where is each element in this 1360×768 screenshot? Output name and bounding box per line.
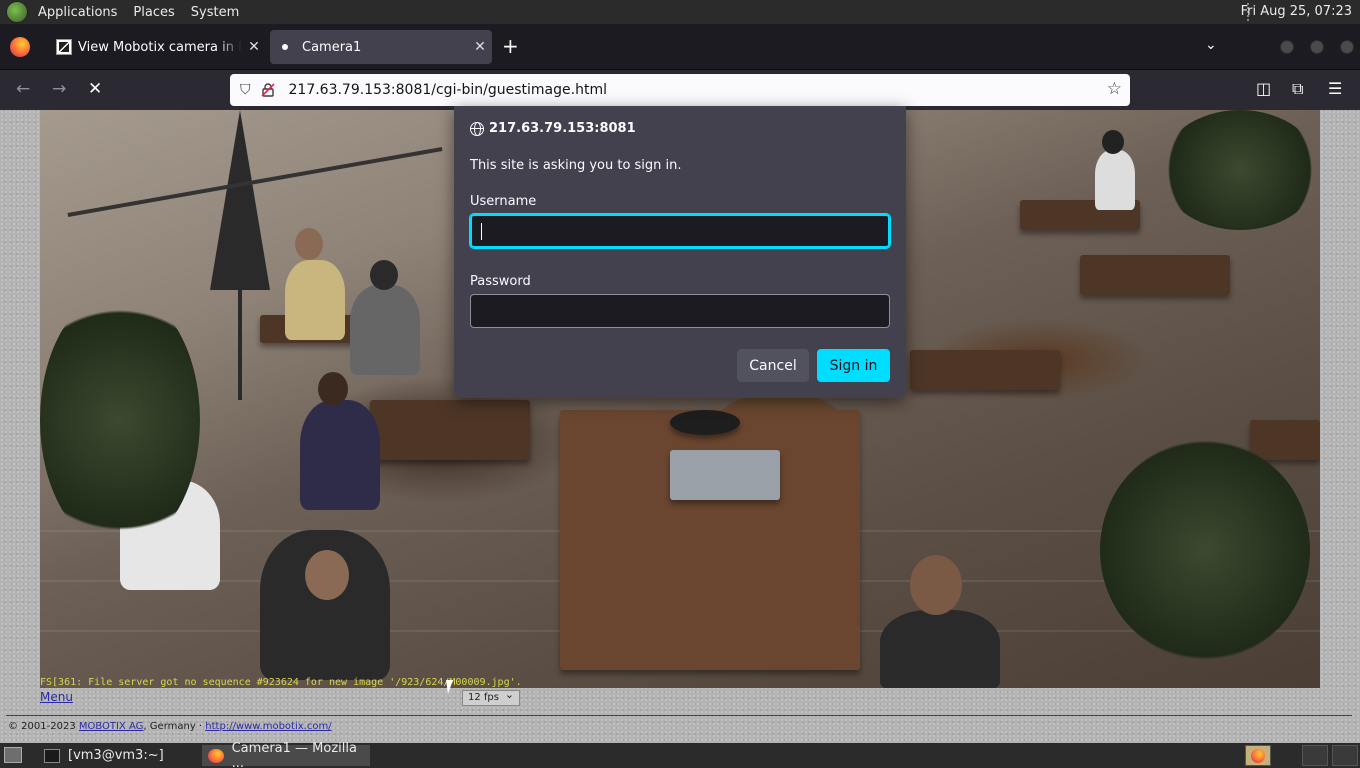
- mobotix-company-link[interactable]: MOBOTIX AG: [79, 721, 144, 732]
- username-input[interactable]: [469, 213, 891, 249]
- back-arrow-icon[interactable]: ←: [16, 79, 30, 99]
- taskbar-item-label: Camera1 — Mozilla ...: [231, 740, 357, 768]
- extensions-icon[interactable]: ⧉: [1292, 79, 1303, 99]
- workspace-2[interactable]: [1332, 745, 1358, 766]
- close-tab-icon[interactable]: ✕: [468, 39, 492, 55]
- dialog-host-text: 217.63.79.153:8081: [489, 121, 636, 136]
- pocket-icon[interactable]: ◫: [1256, 79, 1271, 98]
- sign-in-button[interactable]: Sign in: [817, 349, 890, 382]
- close-tab-icon[interactable]: ✕: [242, 39, 266, 55]
- minimize-window-icon[interactable]: [1280, 40, 1294, 54]
- tab-camera1[interactable]: Camera1 ✕: [270, 30, 492, 64]
- top-panel: Applications Places System Fri Aug 25, 0…: [0, 0, 1360, 24]
- password-input[interactable]: [470, 294, 890, 328]
- maximize-window-icon[interactable]: [1310, 40, 1324, 54]
- tab-title: Camera1: [302, 39, 362, 55]
- clock[interactable]: Fri Aug 25, 07:23: [1241, 4, 1352, 19]
- tab-mobotix-view[interactable]: View Mobotix camera in Net ✕: [44, 30, 266, 64]
- tracking-protection-icon[interactable]: ⛉: [240, 82, 251, 98]
- list-all-tabs-icon[interactable]: ⌄: [1205, 37, 1217, 53]
- mobotix-website-link[interactable]: http://www.mobotix.com/: [205, 721, 331, 732]
- dialog-message: This site is asking you to sign in.: [470, 158, 682, 173]
- firefox-icon: [208, 748, 224, 763]
- loading-dot-icon: [282, 44, 288, 50]
- http-auth-dialog: 217.63.79.153:8081 This site is asking y…: [454, 106, 906, 398]
- show-desktop-icon[interactable]: [4, 747, 22, 763]
- copyright-footer: © 2001-2023 MOBOTIX AG, Germany · http:/…: [8, 721, 332, 732]
- applications-menu[interactable]: Applications: [38, 5, 117, 20]
- workspace-1[interactable]: [1302, 745, 1328, 766]
- insecure-lock-icon[interactable]: [260, 83, 275, 97]
- stop-loading-icon[interactable]: ✕: [88, 79, 102, 99]
- dialog-host: 217.63.79.153:8081: [470, 121, 636, 136]
- distro-logo-icon[interactable]: [6, 1, 28, 23]
- url-bar[interactable]: ⛉ 217.63.79.153:8081/cgi-bin/guestimage.…: [230, 74, 1130, 106]
- system-menu[interactable]: System: [191, 5, 239, 20]
- tray-firefox-icon[interactable]: [1245, 745, 1271, 766]
- tab-title: View Mobotix camera in Net: [78, 39, 242, 55]
- username-label: Username: [470, 194, 537, 209]
- app-menu-icon[interactable]: ☰: [1328, 79, 1342, 98]
- firefox-view-icon[interactable]: [10, 37, 30, 57]
- mobotix-favicon-icon: [56, 39, 72, 55]
- cancel-button[interactable]: Cancel: [737, 349, 809, 382]
- text-caret: [481, 223, 482, 240]
- taskbar-item-label: [vm3@vm3:~]: [68, 748, 164, 763]
- bookmark-star-icon[interactable]: ☆: [1107, 79, 1122, 99]
- menu-link[interactable]: Menu: [40, 690, 73, 704]
- tab-strip: View Mobotix camera in Net ✕ Camera1 ✕ +…: [0, 24, 1360, 70]
- places-menu[interactable]: Places: [133, 5, 174, 20]
- bottom-taskbar: [vm3@vm3:~] Camera1 — Mozilla ...: [0, 741, 1360, 768]
- divider: [6, 715, 1352, 716]
- new-tab-icon[interactable]: +: [502, 36, 519, 56]
- taskbar-item-firefox[interactable]: Camera1 — Mozilla ...: [202, 741, 370, 768]
- url-text[interactable]: 217.63.79.153:8081/cgi-bin/guestimage.ht…: [289, 82, 607, 98]
- globe-icon: [470, 121, 484, 136]
- close-window-icon[interactable]: [1340, 40, 1354, 54]
- password-label: Password: [470, 274, 531, 289]
- fps-select[interactable]: 12 fps: [462, 688, 520, 706]
- forward-arrow-icon[interactable]: →: [52, 79, 66, 99]
- terminal-icon: [44, 748, 60, 763]
- taskbar-item-terminal[interactable]: [vm3@vm3:~]: [38, 745, 198, 766]
- navigation-toolbar: ← → ✕ ⛉ 217.63.79.153:8081/cgi-bin/guest…: [0, 70, 1360, 110]
